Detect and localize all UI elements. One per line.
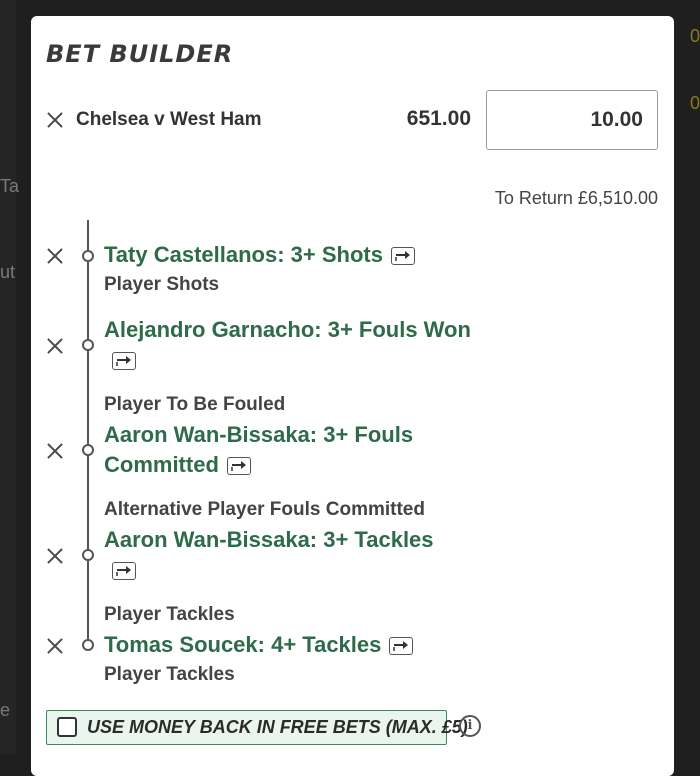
page-title: BET BUILDER xyxy=(46,40,234,68)
selection-name: Aaron Wan-Bissaka: 3+ Tackles xyxy=(104,525,504,585)
swap-icon[interactable] xyxy=(389,637,414,656)
bet-builder-panel: BET BUILDER Chelsea v West Ham 651.00 To… xyxy=(31,16,674,776)
legs-timeline xyxy=(87,220,89,646)
money-back-checkbox[interactable] xyxy=(57,717,77,737)
to-return-text: To Return £6,510.00 xyxy=(494,188,658,208)
remove-leg-close-icon[interactable] xyxy=(47,443,63,459)
swap-icon[interactable] xyxy=(390,247,415,266)
background-text: 0 xyxy=(689,93,700,113)
market-name: Player Tackles xyxy=(104,604,235,625)
timeline-dot xyxy=(82,250,94,262)
market-name: Player Tackles xyxy=(104,664,235,685)
selection-name: Taty Castellanos: 3+ Shots xyxy=(104,240,504,270)
odds-value: 651.00 xyxy=(406,107,471,130)
money-back-option[interactable]: USE MONEY BACK IN FREE BETS (MAX. £5) xyxy=(46,710,468,745)
background-text: 0 xyxy=(689,26,700,46)
market-name: Player Shots xyxy=(104,274,220,295)
market-name: Player To Be Fouled xyxy=(104,394,286,415)
selection-name: Aaron Wan-Bissaka: 3+ Fouls Committed xyxy=(104,422,414,477)
swap-icon[interactable] xyxy=(112,352,136,371)
stake-input[interactable] xyxy=(486,90,658,150)
swap-icon[interactable] xyxy=(226,457,251,476)
remove-leg-close-icon[interactable] xyxy=(47,548,63,564)
match-name: Chelsea v West Ham xyxy=(76,109,262,130)
timeline-dot xyxy=(82,339,94,351)
selection-name: Alejandro Garnacho: 3+ Fouls Won xyxy=(104,315,524,375)
background-text: Ta xyxy=(0,176,20,196)
remove-leg-close-icon[interactable] xyxy=(47,248,63,264)
remove-leg-close-icon[interactable] xyxy=(47,638,63,654)
background-strip xyxy=(0,0,16,754)
background-text: e xyxy=(0,700,11,720)
remove-leg-close-icon[interactable] xyxy=(47,338,63,354)
info-icon[interactable]: i xyxy=(459,715,481,737)
market-name: Alternative Player Fouls Committed xyxy=(104,499,425,520)
timeline-dot xyxy=(82,639,94,651)
money-back-label: USE MONEY BACK IN FREE BETS (MAX. £5) xyxy=(87,717,468,737)
timeline-dot xyxy=(82,444,94,456)
remove-match-close-icon[interactable] xyxy=(47,112,63,128)
background-text: ut xyxy=(0,262,16,282)
selection-name: Tomas Soucek: 4+ Tackles xyxy=(104,630,504,660)
swap-icon[interactable] xyxy=(112,562,136,581)
timeline-dot xyxy=(82,549,94,561)
